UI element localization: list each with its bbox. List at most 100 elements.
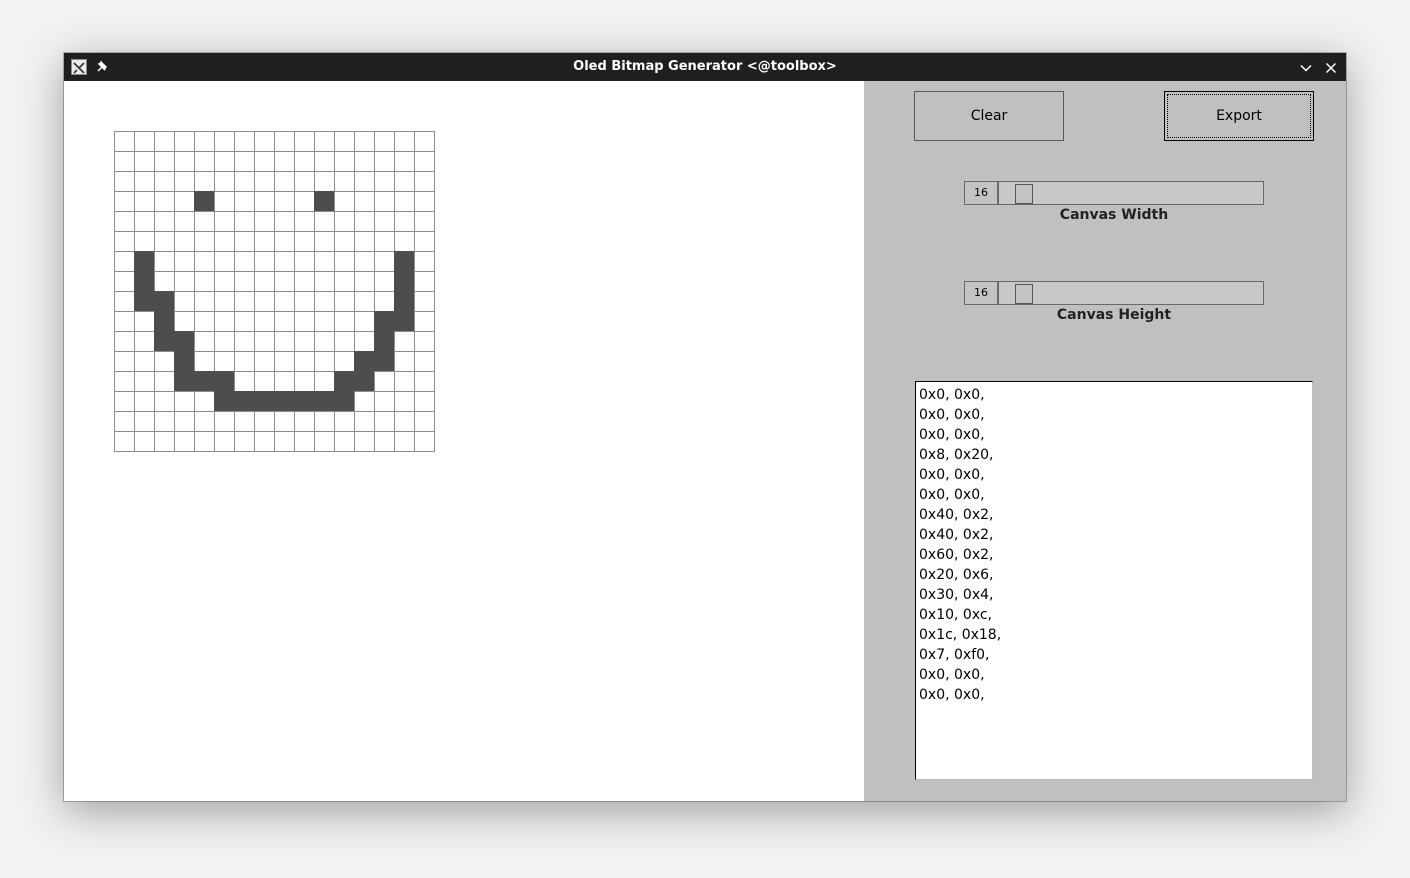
pixel-cell-on[interactable] (374, 311, 395, 332)
pixel-cell[interactable] (374, 191, 395, 212)
pixel-cell[interactable] (294, 271, 315, 292)
pixel-cell[interactable] (274, 251, 295, 272)
pixel-cell[interactable] (114, 271, 135, 292)
canvas-width-slider-handle[interactable] (1015, 184, 1033, 204)
pixel-cell-on[interactable] (294, 391, 315, 412)
canvas-height-scale[interactable]: 16 (964, 281, 1264, 307)
pixel-cell[interactable] (194, 171, 215, 192)
pixel-cell[interactable] (134, 171, 155, 192)
pixel-cell[interactable] (354, 151, 375, 172)
pixel-cell[interactable] (274, 411, 295, 432)
pixel-cell-on[interactable] (374, 331, 395, 352)
pixel-cell[interactable] (334, 431, 355, 452)
pixel-cell[interactable] (294, 211, 315, 232)
pixel-cell[interactable] (114, 171, 135, 192)
pixel-cell[interactable] (374, 251, 395, 272)
pixel-cell[interactable] (374, 391, 395, 412)
pixel-cell[interactable] (394, 431, 415, 452)
pixel-cell[interactable] (174, 131, 195, 152)
pixel-cell[interactable] (334, 291, 355, 312)
pixel-cell[interactable] (414, 171, 435, 192)
pixel-cell[interactable] (374, 131, 395, 152)
pixel-cell[interactable] (274, 351, 295, 372)
pixel-grid[interactable] (114, 131, 436, 453)
pixel-cell[interactable] (394, 171, 415, 192)
pixel-cell[interactable] (114, 251, 135, 272)
pixel-cell-on[interactable] (394, 271, 415, 292)
pixel-cell[interactable] (274, 131, 295, 152)
pixel-cell[interactable] (414, 331, 435, 352)
pixel-cell[interactable] (214, 131, 235, 152)
pixel-cell[interactable] (374, 211, 395, 232)
pixel-cell[interactable] (234, 131, 255, 152)
clear-button[interactable]: Clear (914, 91, 1064, 141)
pixel-cell[interactable] (394, 391, 415, 412)
pixel-cell[interactable] (414, 191, 435, 212)
pixel-cell[interactable] (354, 431, 375, 452)
pixel-cell[interactable] (174, 291, 195, 312)
pixel-cell[interactable] (314, 331, 335, 352)
pixel-cell[interactable] (374, 231, 395, 252)
pixel-cell[interactable] (254, 371, 275, 392)
pixel-cell-on[interactable] (334, 391, 355, 412)
pixel-cell[interactable] (214, 431, 235, 452)
pixel-cell[interactable] (234, 211, 255, 232)
pixel-cell[interactable] (354, 291, 375, 312)
pixel-cell[interactable] (334, 231, 355, 252)
pixel-cell[interactable] (194, 151, 215, 172)
pixel-cell[interactable] (354, 331, 375, 352)
pixel-cell[interactable] (314, 211, 335, 232)
pixel-cell[interactable] (274, 331, 295, 352)
pixel-cell[interactable] (354, 271, 375, 292)
pixel-cell[interactable] (134, 131, 155, 152)
canvas-width-trough[interactable] (998, 181, 1264, 205)
pixel-cell[interactable] (394, 331, 415, 352)
pixel-cell-on[interactable] (134, 271, 155, 292)
pixel-cell[interactable] (314, 351, 335, 372)
pixel-cell[interactable] (354, 251, 375, 272)
pixel-cell[interactable] (174, 271, 195, 292)
pixel-cell[interactable] (154, 371, 175, 392)
pixel-cell[interactable] (374, 151, 395, 172)
pixel-cell[interactable] (154, 271, 175, 292)
pixel-cell[interactable] (374, 171, 395, 192)
pixel-cell[interactable] (154, 431, 175, 452)
bitmap-output-text[interactable]: 0x0, 0x0, 0x0, 0x0, 0x0, 0x0, 0x8, 0x20, 0x0… (915, 381, 1313, 780)
pixel-cell[interactable] (134, 431, 155, 452)
pixel-cell[interactable] (114, 131, 135, 152)
export-button[interactable]: Export (1164, 91, 1314, 141)
pixel-cell[interactable] (294, 291, 315, 312)
pixel-cell[interactable] (294, 191, 315, 212)
pixel-cell[interactable] (254, 411, 275, 432)
pixel-cell[interactable] (394, 411, 415, 432)
pixel-cell[interactable] (134, 331, 155, 352)
pixel-cell[interactable] (174, 211, 195, 232)
pixel-cell[interactable] (154, 131, 175, 152)
pixel-cell[interactable] (174, 231, 195, 252)
pixel-cell[interactable] (374, 431, 395, 452)
pixel-cell[interactable] (414, 131, 435, 152)
pixel-cell-on[interactable] (274, 391, 295, 412)
pixel-cell[interactable] (194, 351, 215, 372)
pixel-cell[interactable] (214, 151, 235, 172)
close-icon[interactable] (1324, 60, 1338, 74)
pixel-cell[interactable] (254, 291, 275, 312)
pixel-cell[interactable] (354, 211, 375, 232)
pixel-cell[interactable] (234, 291, 255, 312)
pixel-cell[interactable] (214, 331, 235, 352)
pixel-cell-on[interactable] (174, 371, 195, 392)
pixel-cell[interactable] (314, 231, 335, 252)
pixel-cell[interactable] (414, 371, 435, 392)
pixel-cell[interactable] (334, 351, 355, 372)
pixel-cell[interactable] (334, 211, 355, 232)
pixel-cell[interactable] (294, 131, 315, 152)
pixel-cell[interactable] (234, 431, 255, 452)
pixel-cell[interactable] (174, 191, 195, 212)
pixel-cell[interactable] (354, 231, 375, 252)
pixel-cell-on[interactable] (394, 311, 415, 332)
pixel-cell[interactable] (254, 231, 275, 252)
pixel-cell[interactable] (414, 291, 435, 312)
title-bar[interactable]: Oled Bitmap Generator <@toolbox> (64, 53, 1346, 81)
chevron-down-icon[interactable] (1299, 60, 1313, 74)
pixel-cell[interactable] (154, 231, 175, 252)
